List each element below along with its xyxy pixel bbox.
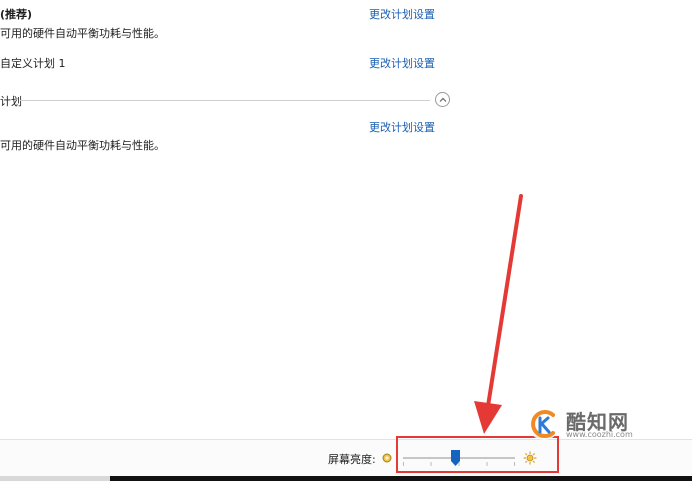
hidden-plans-label: 计划 — [0, 95, 22, 108]
watermark-url: www.coozhi.com — [566, 430, 633, 439]
chevron-up-icon — [439, 97, 447, 102]
sun-small-icon — [382, 453, 392, 463]
taskbar-edge — [0, 476, 692, 481]
plan-description-1: 可用的硬件自动平衡功耗与性能。 — [0, 27, 165, 40]
plan-title-custom: 自定义计划 1 — [0, 57, 66, 70]
plan-description-3: 可用的硬件自动平衡功耗与性能。 — [0, 139, 165, 152]
coozhi-logo-icon — [528, 408, 560, 440]
plan-title-recommended: (推荐) — [0, 8, 33, 21]
change-plan-settings-link-3[interactable]: 更改计划设置 — [369, 119, 435, 135]
collapse-hidden-plans-button[interactable] — [435, 92, 450, 107]
watermark: 酷知网 www.coozhi.com — [526, 404, 686, 444]
footer-bar: 屏幕亮度: — [0, 439, 692, 478]
brightness-label: 屏幕亮度: — [328, 453, 376, 466]
section-divider — [20, 100, 430, 101]
change-plan-settings-link-2[interactable]: 更改计划设置 — [369, 55, 435, 71]
change-plan-settings-link-1[interactable]: 更改计划设置 — [369, 6, 435, 22]
